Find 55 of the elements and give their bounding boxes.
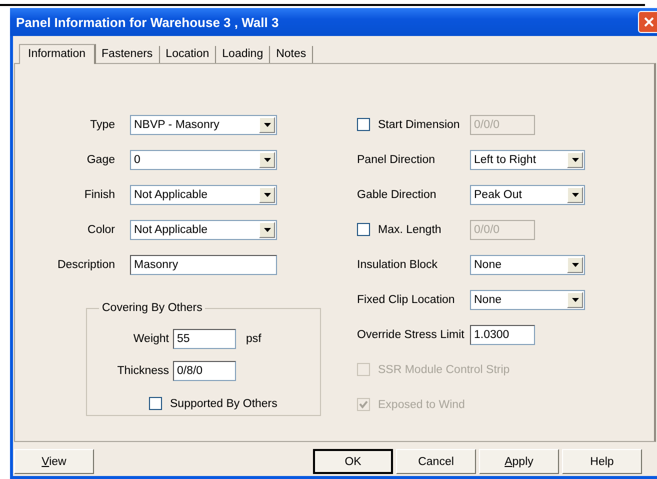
- caret-icon: [264, 158, 270, 162]
- close-icon: [644, 17, 654, 27]
- dropdown[interactable]: Not Applicable: [130, 184, 277, 204]
- tab[interactable]: Information: [19, 44, 96, 64]
- field-label: Gage: [86, 154, 115, 166]
- checkbox-label: Max. Length: [378, 224, 442, 236]
- field-label: Weight: [132, 333, 169, 345]
- dropdown[interactable]: Left to Right: [470, 150, 585, 170]
- dropdown[interactable]: None: [470, 254, 585, 274]
- caret-icon: [572, 262, 578, 266]
- checkbox[interactable]: [357, 223, 370, 236]
- tab[interactable]: Loading: [216, 46, 270, 63]
- input-field[interactable]: 55: [173, 329, 236, 349]
- field-label: Fixed Clip Location: [357, 294, 456, 306]
- field-label: Thickness: [116, 365, 169, 377]
- field-label: Type: [90, 118, 115, 130]
- dropdown[interactable]: 0: [130, 150, 277, 170]
- caret-icon: [572, 192, 578, 196]
- input-field[interactable]: Masonry: [130, 254, 277, 274]
- tab[interactable]: Fasteners: [96, 46, 160, 63]
- window-title: Panel Information for Warehouse 3 , Wall 3: [16, 14, 279, 30]
- field-label: Description: [57, 258, 115, 270]
- dropdown[interactable]: NBVP - Masonry: [130, 114, 277, 134]
- field-label: Finish: [84, 188, 115, 200]
- caret-icon: [264, 228, 270, 232]
- field-label: Panel Direction: [357, 154, 436, 166]
- tab[interactable]: Location: [160, 46, 216, 63]
- group-title: Covering By Others: [99, 302, 206, 314]
- dialog-button[interactable]: Cancel: [396, 449, 476, 474]
- field-label: Override Stress Limit: [357, 328, 466, 340]
- dialog-button[interactable]: Help: [562, 449, 642, 474]
- dialog-button[interactable]: View: [14, 449, 94, 474]
- field-label: Gable Direction: [357, 188, 438, 200]
- tab[interactable]: Notes: [270, 46, 314, 63]
- caret-icon: [264, 192, 270, 196]
- checkbox-label: SSR Module Control Strip: [378, 364, 510, 376]
- close-button[interactable]: [638, 11, 657, 33]
- checkbox[interactable]: [357, 118, 370, 131]
- caret-icon: [572, 158, 578, 162]
- dialog-button[interactable]: Apply: [479, 449, 559, 474]
- dropdown[interactable]: None: [470, 290, 585, 310]
- input-field[interactable]: 0/8/0: [173, 361, 236, 381]
- checkbox[interactable]: [149, 397, 162, 410]
- field-label: Color: [88, 224, 115, 236]
- field-label: Insulation Block: [357, 258, 439, 270]
- checkbox-label: Start Dimension: [378, 118, 460, 130]
- checkbox-label: Supported By Others: [170, 398, 278, 410]
- checkbox-label: Exposed to Wind: [378, 398, 465, 410]
- dropdown[interactable]: Not Applicable: [130, 220, 277, 240]
- unit-label: psf: [246, 333, 262, 345]
- caret-icon: [572, 298, 578, 302]
- dropdown[interactable]: Peak Out: [470, 184, 585, 204]
- default-button[interactable]: OK: [313, 449, 393, 474]
- input-field[interactable]: 1.0300: [470, 324, 535, 344]
- caret-icon: [264, 122, 270, 126]
